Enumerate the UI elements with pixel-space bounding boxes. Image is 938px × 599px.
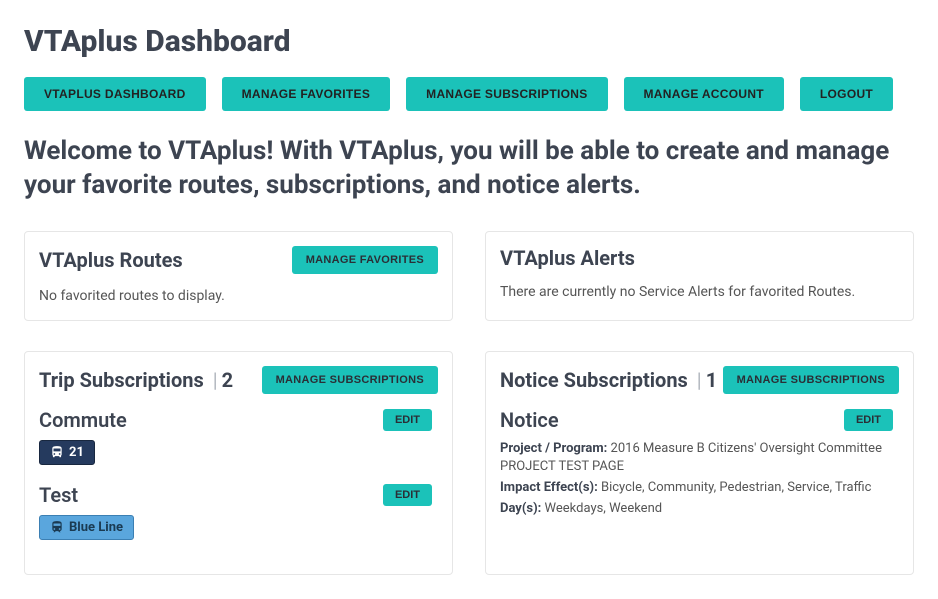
- nav-subscriptions-button[interactable]: MANAGE SUBSCRIPTIONS: [406, 77, 607, 111]
- notice-project-field: Project / Program: 2016 Measure B Citize…: [500, 440, 893, 478]
- trip-subscriptions-title: Trip Subscriptions |2: [39, 368, 233, 392]
- routes-manage-favorites-button[interactable]: MANAGE FAVORITES: [292, 246, 438, 274]
- bus-icon: [50, 445, 64, 459]
- rail-icon: [50, 520, 64, 534]
- separator: |: [209, 368, 222, 392]
- trip-subscription-name: Test: [39, 483, 78, 507]
- alerts-card: VTAplus Alerts There are currently no Se…: [485, 231, 914, 321]
- trip-subscription-name: Commute: [39, 408, 127, 432]
- separator: |: [693, 368, 706, 392]
- nav-account-button[interactable]: MANAGE ACCOUNT: [624, 77, 784, 111]
- alerts-empty-text: There are currently no Service Alerts fo…: [500, 284, 899, 300]
- trip-subscriptions-list[interactable]: Commute EDIT 21 Test EDIT: [39, 408, 438, 558]
- routes-empty-text: No favorited routes to display.: [39, 288, 438, 304]
- routes-card-title: VTAplus Routes: [39, 248, 183, 272]
- route-pill[interactable]: Blue Line: [39, 515, 134, 540]
- routes-card: VTAplus Routes MANAGE FAVORITES No favor…: [24, 231, 453, 321]
- trip-subscription-item: Commute EDIT 21: [39, 408, 432, 465]
- welcome-text: Welcome to VTAplus! With VTAplus, you wi…: [24, 135, 914, 203]
- notice-subscriptions-title: Notice Subscriptions |1: [500, 368, 717, 392]
- nav-dashboard-button[interactable]: VTAPLUS DASHBOARD: [24, 77, 206, 111]
- notice-manage-subscriptions-button[interactable]: MANAGE SUBSCRIPTIONS: [723, 366, 899, 394]
- alerts-card-title: VTAplus Alerts: [500, 246, 635, 270]
- notice-subscriptions-list[interactable]: Notice EDIT Project / Program: 2016 Meas…: [500, 408, 899, 537]
- edit-trip-subscription-button[interactable]: EDIT: [383, 484, 432, 506]
- notice-impact-field: Impact Effect(s): Bicycle, Community, Pe…: [500, 479, 893, 498]
- nav-favorites-button[interactable]: MANAGE FAVORITES: [222, 77, 391, 111]
- trip-subscription-item: Test EDIT Blue Line: [39, 483, 432, 540]
- edit-trip-subscription-button[interactable]: EDIT: [383, 409, 432, 431]
- notice-subscription-item: Notice EDIT Project / Program: 2016 Meas…: [500, 408, 893, 519]
- route-pill[interactable]: 21: [39, 440, 95, 465]
- notice-subscriptions-card: Notice Subscriptions |1 MANAGE SUBSCRIPT…: [485, 351, 914, 575]
- notice-days-field: Day(s): Weekdays, Weekend: [500, 500, 893, 519]
- route-pill-label: 21: [69, 445, 84, 460]
- notice-days-value: Weekdays, Weekend: [545, 501, 663, 516]
- edit-notice-subscription-button[interactable]: EDIT: [844, 409, 893, 431]
- trip-subscriptions-card: Trip Subscriptions |2 MANAGE SUBSCRIPTIO…: [24, 351, 453, 575]
- route-pill-label: Blue Line: [69, 520, 123, 535]
- notice-impact-value: Bicycle, Community, Pedestrian, Service,…: [601, 480, 872, 495]
- trip-manage-subscriptions-button[interactable]: MANAGE SUBSCRIPTIONS: [262, 366, 438, 394]
- notice-project-label: Project / Program:: [500, 441, 607, 456]
- notice-subscriptions-count: 1: [706, 368, 717, 392]
- notice-days-label: Day(s):: [500, 501, 541, 516]
- trip-subscriptions-title-text: Trip Subscriptions: [39, 368, 204, 392]
- notice-subscriptions-title-text: Notice Subscriptions: [500, 368, 688, 392]
- trip-subscriptions-count: 2: [222, 368, 233, 392]
- notice-subscription-name: Notice: [500, 408, 559, 432]
- page-title: VTAplus Dashboard: [24, 24, 914, 59]
- nav-logout-button[interactable]: LOGOUT: [800, 77, 893, 111]
- notice-impact-label: Impact Effect(s):: [500, 480, 598, 495]
- top-nav: VTAPLUS DASHBOARD MANAGE FAVORITES MANAG…: [24, 77, 914, 111]
